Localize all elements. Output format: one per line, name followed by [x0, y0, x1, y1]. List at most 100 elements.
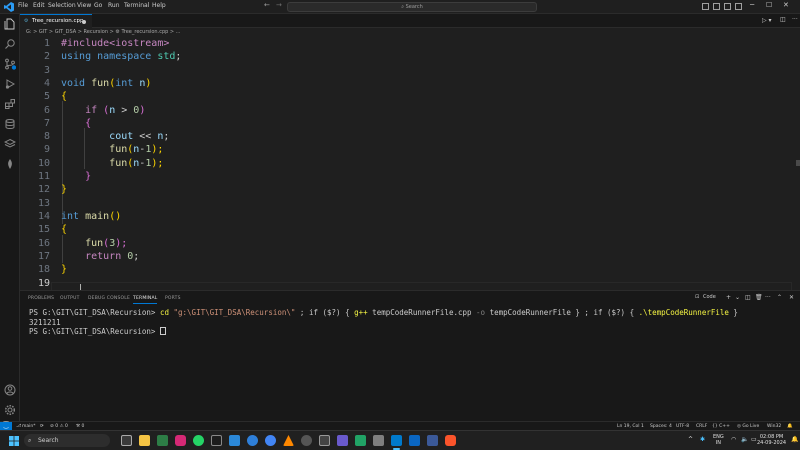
notifications-bell-icon[interactable]: 🔔 — [787, 424, 793, 429]
close-window-icon[interactable]: ✕ — [783, 1, 789, 9]
split-terminal-icon[interactable]: ◫ — [745, 294, 751, 301]
cursor-position[interactable]: Ln 19, Col 1 — [617, 424, 644, 429]
tab-debug-console[interactable]: DEBUG CONSOLE — [88, 296, 130, 301]
more-panel-actions-icon[interactable]: ··· — [765, 294, 771, 301]
new-terminal-icon[interactable]: + — [726, 294, 731, 301]
run-debug-icon[interactable] — [4, 78, 16, 90]
code-line: { — [61, 224, 68, 235]
customize-layout-icon[interactable] — [735, 3, 742, 10]
code-line: } — [85, 171, 92, 182]
go-live-button[interactable]: ◎ Go Live — [737, 424, 759, 429]
line-ending[interactable]: CRLF — [696, 424, 707, 429]
file-explorer-icon[interactable] — [139, 435, 150, 446]
maximize-window-icon[interactable]: ☐ — [766, 1, 772, 9]
gitlens-icon[interactable] — [4, 158, 16, 170]
store-icon[interactable] — [157, 435, 168, 446]
back-arrow-icon[interactable]: ← — [264, 1, 270, 9]
explorer-icon[interactable] — [4, 18, 16, 30]
ports-count[interactable]: ⚒ 0 — [76, 424, 84, 429]
menu-view[interactable]: View — [77, 2, 91, 9]
tab-tree-recursion-cpp[interactable]: ⚙ Tree_recursion.cpp — [20, 14, 92, 28]
git-branch[interactable]: main* — [22, 424, 36, 429]
toggle-primary-sidebar-icon[interactable] — [702, 3, 709, 10]
notification-center-icon[interactable]: 🔔 — [791, 437, 798, 443]
close-panel-icon[interactable]: ✕ — [789, 294, 794, 301]
forward-arrow-icon[interactable]: → — [276, 1, 282, 9]
problems-count[interactable]: ⊘ 0 ⚠ 0 — [50, 424, 68, 429]
source-control-icon[interactable] — [4, 58, 16, 70]
toggle-panel-icon[interactable] — [713, 3, 720, 10]
calendar-icon[interactable] — [211, 435, 222, 446]
command-center-search[interactable]: ⌕ Search — [287, 2, 537, 12]
menu-run[interactable]: Run — [108, 2, 120, 9]
tab-output[interactable]: OUTPUT — [60, 296, 80, 301]
vscode-taskbar-icon[interactable] — [391, 435, 402, 446]
maximize-panel-icon[interactable]: ⌃ — [777, 294, 782, 301]
extensions-icon[interactable] — [4, 98, 16, 110]
scrollbar-thumb[interactable] — [796, 160, 800, 166]
settings-app-icon[interactable] — [301, 435, 312, 446]
taskbar-search[interactable]: ⌕ Search — [24, 434, 110, 447]
menu-go[interactable]: Go — [94, 2, 102, 9]
language-mode[interactable]: {} C++ — [712, 424, 730, 429]
input-language[interactable]: ENG IN — [713, 434, 724, 446]
task-view-icon[interactable] — [121, 435, 132, 446]
breadcrumb[interactable]: G: > GIT > GIT_DSA > Recursion > ⚙ Tree_… — [26, 29, 180, 35]
battery-icon[interactable]: ▭ — [751, 437, 757, 443]
tab-terminal[interactable]: TERMINAL — [133, 296, 158, 304]
excel-icon[interactable] — [355, 435, 366, 446]
terminal-shell-icon: ⊡ — [695, 294, 700, 300]
show-hidden-icons[interactable]: ^ — [688, 437, 693, 443]
line-number: 8 — [43, 131, 50, 142]
terminal-dropdown-icon[interactable]: ⌄ — [735, 294, 740, 301]
menu-file[interactable]: File — [18, 2, 28, 9]
wifi-icon[interactable]: ◠ — [731, 437, 736, 443]
app-icon[interactable] — [337, 435, 348, 446]
whatsapp-icon[interactable] — [193, 435, 204, 446]
platform[interactable]: Win32 — [767, 424, 781, 429]
menu-selection[interactable]: Selection — [48, 2, 76, 9]
unsaved-dot-icon[interactable] — [82, 20, 86, 24]
encoding[interactable]: UTF-8 — [676, 424, 689, 429]
app-icon[interactable] — [427, 435, 438, 446]
tab-problems[interactable]: PROBLEMS — [28, 296, 54, 301]
volume-icon[interactable]: 🔈 — [741, 437, 748, 443]
terminal-cursor — [159, 327, 166, 335]
more-actions-icon[interactable]: ··· — [792, 16, 798, 23]
clock[interactable]: 02:08 PM 24-09-2024 — [757, 434, 786, 446]
chrome-icon[interactable] — [265, 435, 276, 446]
capcut-icon[interactable] — [319, 435, 330, 446]
bluetooth-icon[interactable]: ✱ — [700, 437, 705, 443]
sync-icon[interactable]: ⟳ — [40, 424, 44, 429]
code-editor[interactable]: 1 2 3 4 5 6 7 8 9 10 11 12 13 14 15 16 1… — [20, 36, 792, 296]
minimize-window-icon[interactable]: ─ — [750, 1, 754, 9]
settings-gear-icon[interactable] — [4, 404, 16, 416]
tab-ports[interactable]: PORTS — [165, 296, 181, 301]
code-line: } — [61, 184, 68, 195]
menu-terminal[interactable]: Terminal — [124, 2, 149, 9]
search-icon[interactable] — [4, 38, 16, 50]
terminal-prompt[interactable]: PS G:\GIT\GIT_DSA\Recursion> — [29, 327, 166, 336]
indentation[interactable]: Spaces: 4 — [650, 424, 672, 429]
snipping-tool-icon[interactable] — [373, 435, 384, 446]
database-icon[interactable] — [4, 118, 16, 130]
vlc-icon[interactable] — [283, 435, 294, 446]
activity-bar — [0, 14, 20, 421]
menu-help[interactable]: Help — [152, 2, 166, 9]
kill-terminal-icon[interactable]: 🗑 — [755, 294, 763, 301]
edge-icon[interactable] — [247, 435, 258, 446]
layers-icon[interactable] — [4, 138, 16, 150]
toggle-secondary-sidebar-icon[interactable] — [724, 3, 731, 10]
photos-icon[interactable] — [229, 435, 240, 446]
terminal-shell-label[interactable]: Code — [703, 294, 716, 300]
linkedin-icon[interactable] — [409, 435, 420, 446]
run-code-icon[interactable]: ▷ ▾ — [762, 17, 772, 24]
windows-start-icon[interactable] — [9, 436, 19, 446]
menu-edit[interactable]: Edit — [33, 2, 45, 9]
search-label: Search — [405, 4, 423, 10]
instagram-icon[interactable] — [175, 435, 186, 446]
line-number: 5 — [43, 91, 50, 102]
account-icon[interactable] — [4, 384, 16, 396]
split-editor-icon[interactable]: ◫ — [780, 16, 786, 23]
brave-icon[interactable] — [445, 435, 456, 446]
